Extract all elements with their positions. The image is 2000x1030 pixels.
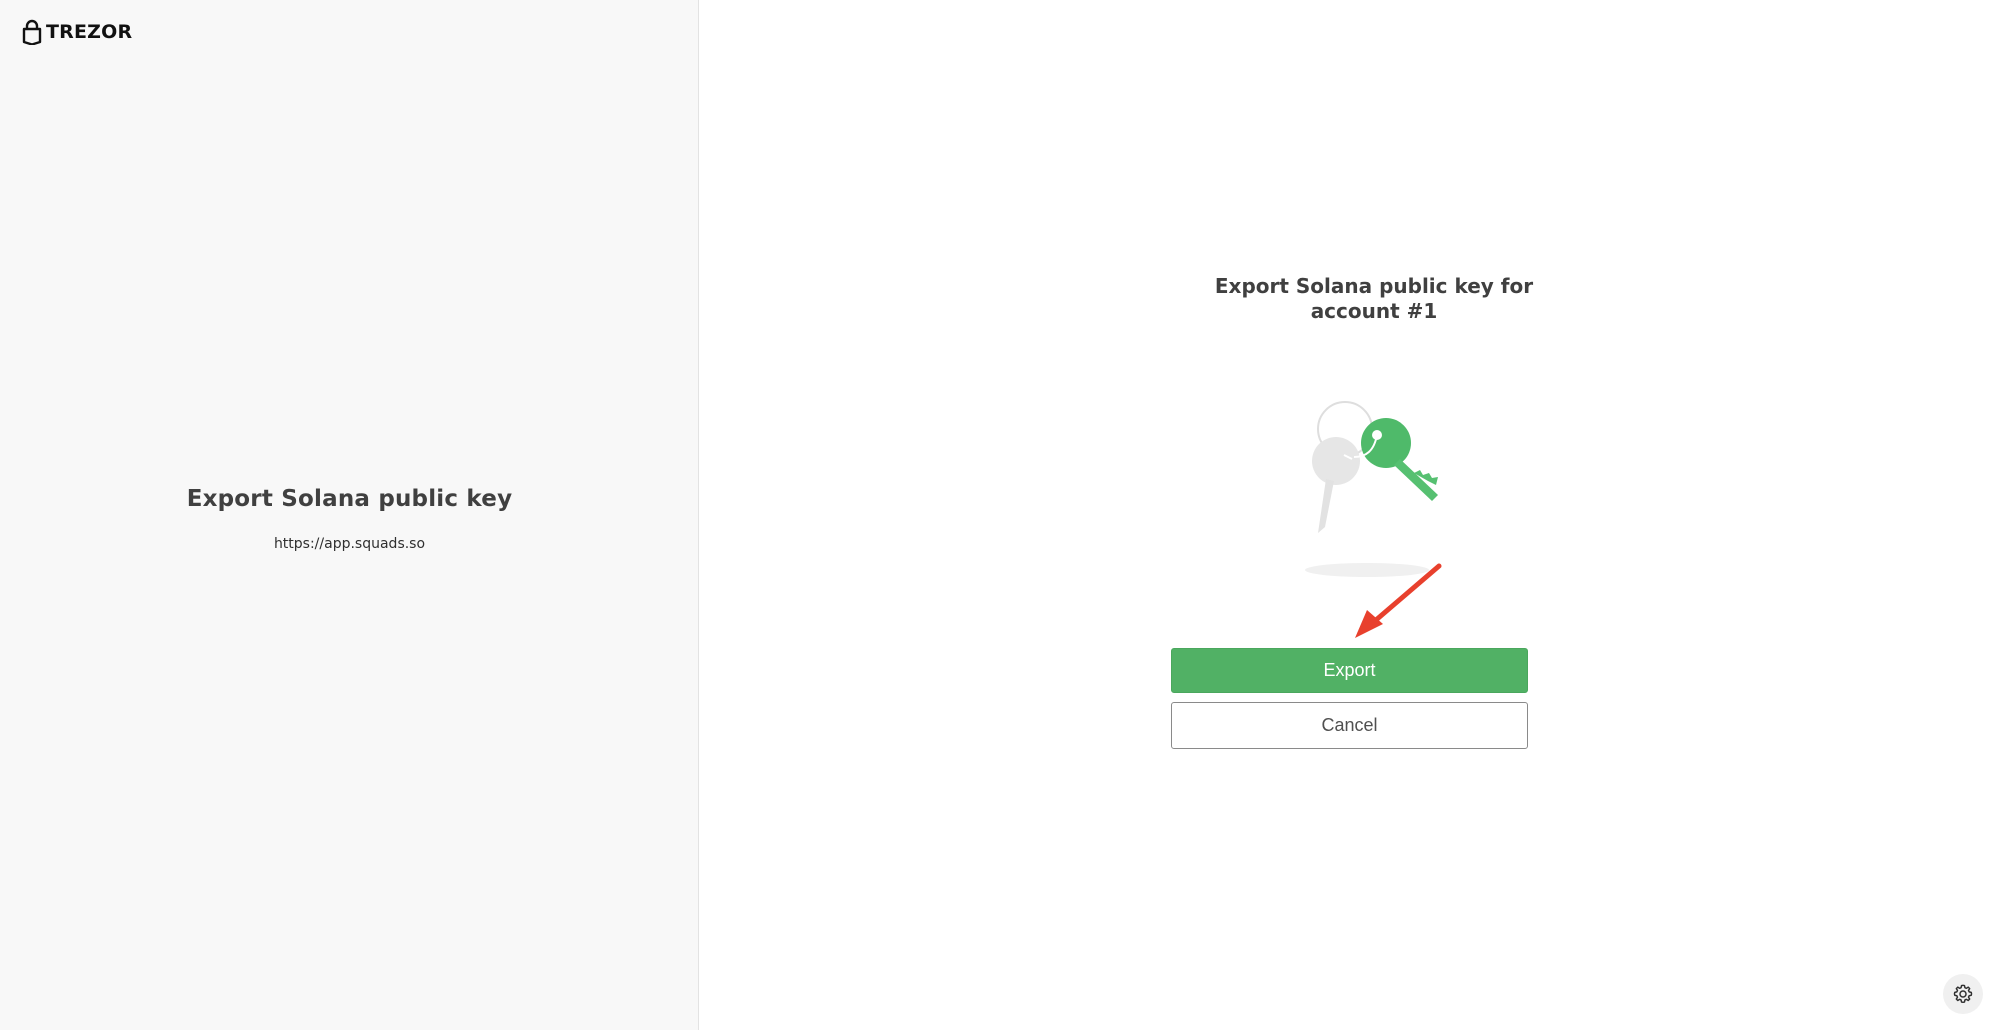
app-root: TREZOR Export Solana public key https://… — [0, 0, 2000, 1030]
keys-illustration — [1305, 401, 1438, 577]
annotation-arrow — [1355, 563, 1442, 638]
confirmation-panel: Export Solana public key for account #1 … — [699, 0, 2000, 1030]
trezor-wordmark: TREZOR — [46, 21, 133, 43]
page-title: Export Solana public key for account #1 — [1214, 274, 1534, 323]
trezor-logo: TREZOR — [22, 19, 132, 45]
request-title: Export Solana public key — [186, 486, 513, 512]
settings-button[interactable] — [1943, 974, 1983, 1014]
cancel-button[interactable]: Cancel — [1171, 702, 1528, 749]
info-panel: TREZOR Export Solana public key https://… — [0, 0, 699, 1030]
gear-icon — [1953, 984, 1973, 1004]
trezor-lock-icon — [22, 19, 42, 45]
request-origin: https://app.squads.so — [273, 536, 426, 552]
export-button[interactable]: Export — [1171, 648, 1528, 693]
request-summary: Export Solana public key https://app.squ… — [0, 486, 699, 552]
